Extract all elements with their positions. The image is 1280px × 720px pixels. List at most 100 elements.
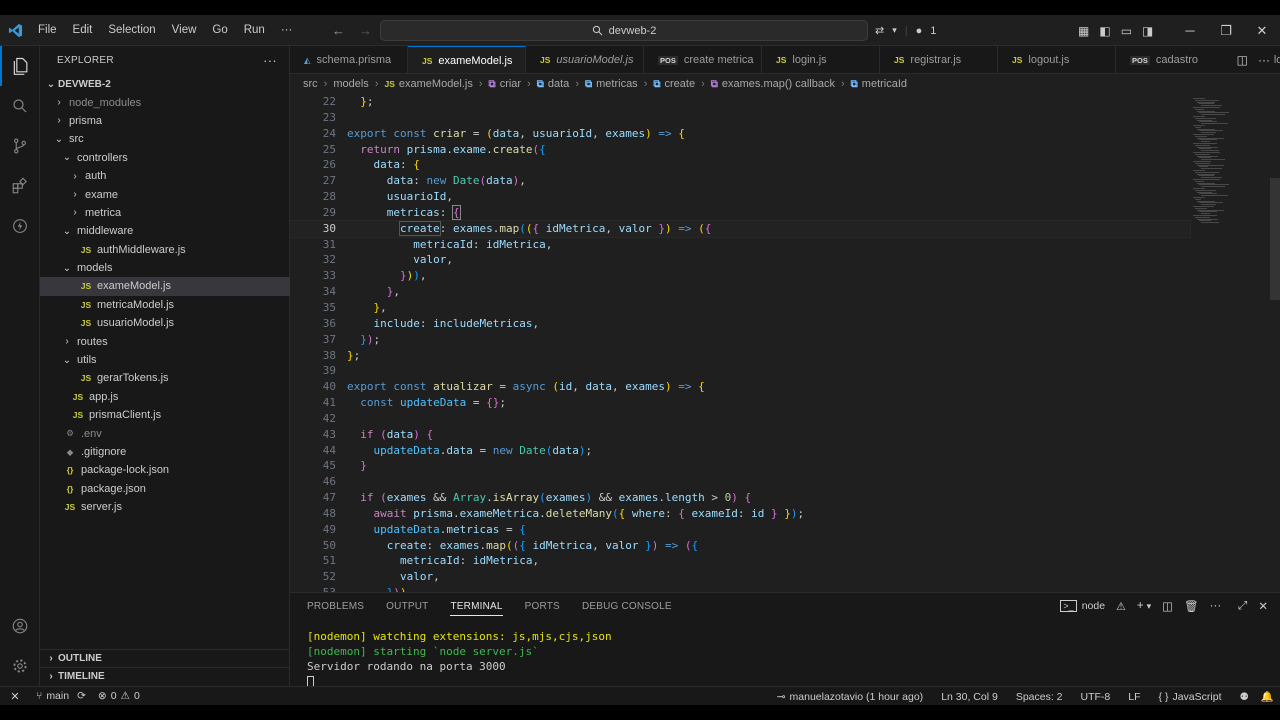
breadcrumb-item[interactable]: criar bbox=[500, 78, 521, 90]
code-line[interactable]: 39 bbox=[290, 363, 1190, 379]
extensions-icon[interactable] bbox=[0, 166, 40, 206]
more-actions-icon[interactable]: ··· bbox=[263, 53, 277, 68]
tab-cadastro[interactable]: POS cadastro bbox=[1116, 46, 1234, 73]
encoding[interactable]: UTF-8 bbox=[1075, 691, 1117, 703]
tree-item[interactable]: JS authMiddleware.js bbox=[40, 241, 290, 259]
tree-item[interactable]: JS metricaModel.js bbox=[40, 296, 290, 314]
split-editor-icon[interactable]: ◫ bbox=[1237, 53, 1248, 67]
breadcrumb-item[interactable]: metricaId bbox=[862, 78, 907, 90]
timeline-section[interactable]: › TIMELINE bbox=[40, 667, 290, 685]
account-icon[interactable] bbox=[0, 606, 40, 646]
code-line[interactable]: 40 export const atualizar = async (id, da… bbox=[290, 379, 1190, 395]
code-line[interactable]: 22 }; bbox=[290, 94, 1190, 110]
branch-indicator[interactable]: ⑂ main ⟳ bbox=[30, 690, 92, 702]
tab-debug-console[interactable]: DEBUG CONSOLE bbox=[582, 601, 672, 612]
code-line[interactable]: 35 }, bbox=[290, 300, 1190, 316]
code-line[interactable]: 48 await prisma.exameMetrica.deleteMany(… bbox=[290, 506, 1190, 522]
menu-edit[interactable]: Edit bbox=[65, 15, 101, 46]
tab-output[interactable]: OUTPUT bbox=[386, 601, 428, 612]
tree-item[interactable]: › prisma bbox=[40, 112, 290, 130]
close-icon[interactable]: ✕ bbox=[1244, 23, 1280, 39]
close-icon[interactable]: ✕ bbox=[1258, 599, 1268, 613]
customize-layout-icon[interactable]: ▦ bbox=[1078, 24, 1089, 38]
tree-item[interactable]: JS gerarTokens.js bbox=[40, 369, 290, 387]
breadcrumb-item[interactable]: metricas bbox=[596, 78, 638, 90]
code-line[interactable]: 52 valor, bbox=[290, 569, 1190, 585]
remote-indicator-icon[interactable]: ✕ bbox=[0, 687, 30, 706]
breadcrumb-item[interactable]: models bbox=[333, 78, 368, 90]
back-arrow-icon[interactable]: ← bbox=[332, 23, 345, 38]
tree-item[interactable]: › auth bbox=[40, 167, 290, 185]
code-editor[interactable]: 22 }; 23 24 export const criar = (data, usu… bbox=[290, 94, 1280, 592]
notifications-bell-icon[interactable]: 🔔 bbox=[1255, 690, 1280, 703]
tree-item[interactable]: › routes bbox=[40, 332, 290, 350]
tree-item[interactable]: JS app.js bbox=[40, 388, 290, 406]
toggle-secondary-sidebar-icon[interactable]: ◨ bbox=[1142, 24, 1153, 38]
tree-item[interactable]: ⌄ middleware bbox=[40, 222, 290, 240]
code-line[interactable]: 46 bbox=[290, 474, 1190, 490]
code-line[interactable]: 51 metricaId: idMetrica, bbox=[290, 553, 1190, 569]
breadcrumb-item[interactable]: data bbox=[548, 78, 569, 90]
code-line[interactable]: 53 })), bbox=[290, 585, 1190, 592]
explorer-icon[interactable] bbox=[0, 46, 40, 86]
code-line[interactable]: 34 }, bbox=[290, 284, 1190, 300]
breadcrumb-item[interactable]: exameModel.js bbox=[399, 78, 473, 90]
vertical-scrollbar[interactable] bbox=[1270, 178, 1280, 300]
code-line[interactable]: 29 metricas: { bbox=[290, 204, 1190, 221]
code-line[interactable]: 41 const updateData = {}; bbox=[290, 395, 1190, 411]
code-line[interactable]: 23 bbox=[290, 110, 1190, 126]
workspace-root[interactable]: ⌄ DEVWEB-2 bbox=[40, 75, 290, 93]
code-line[interactable]: 32 valor, bbox=[290, 252, 1190, 268]
tree-item[interactable]: ⌄ utils bbox=[40, 351, 290, 369]
terminal-output[interactable]: [nodemon] watching extensions: js,mjs,cj… bbox=[307, 629, 612, 689]
code-line[interactable]: 50 create: exames.map(({ idMetrica, valo… bbox=[290, 538, 1190, 554]
tab-terminal[interactable]: TERMINAL bbox=[450, 601, 503, 616]
terminal-profile[interactable]: node bbox=[1082, 600, 1105, 612]
notification-dot-icon[interactable]: ● bbox=[916, 25, 923, 37]
split-terminal-icon[interactable]: ◫ bbox=[1162, 599, 1173, 613]
code-line[interactable]: 45 } bbox=[290, 458, 1190, 474]
tree-item[interactable]: ◆ .gitignore bbox=[40, 443, 290, 461]
tree-item[interactable]: JS server.js bbox=[40, 498, 290, 516]
tab-ports[interactable]: PORTS bbox=[525, 601, 560, 612]
menu-file[interactable]: File bbox=[30, 15, 65, 46]
code-line[interactable]: 24 export const criar = (data, usuarioId,… bbox=[290, 126, 1190, 142]
tab-problems[interactable]: PROBLEMS bbox=[307, 601, 364, 612]
toggle-primary-sidebar-icon[interactable]: ◧ bbox=[1099, 24, 1110, 38]
menu-more[interactable]: ··· bbox=[273, 15, 301, 46]
code-line[interactable]: 36 include: includeMetricas, bbox=[290, 316, 1190, 332]
code-line[interactable]: 31 metricaId: idMetrica, bbox=[290, 237, 1190, 253]
sync-icon[interactable]: ⟳ bbox=[77, 690, 86, 702]
code-line[interactable]: 43 if (data) { bbox=[290, 427, 1190, 443]
code-line[interactable]: 26 data: { bbox=[290, 157, 1190, 173]
code-line[interactable]: 47 if (exames && Array.isArray(exames) &… bbox=[290, 490, 1190, 506]
tree-item[interactable]: › node_modules bbox=[40, 93, 290, 111]
tab-usuariomodel-js[interactable]: JS usuarioModel.js bbox=[526, 46, 644, 73]
breadcrumb-item[interactable]: src bbox=[303, 78, 318, 90]
source-control-icon[interactable] bbox=[0, 126, 40, 166]
copilot-status-icon[interactable]: ⚉ bbox=[1234, 691, 1255, 703]
tree-item[interactable]: JS prismaClient.js bbox=[40, 406, 290, 424]
tree-item[interactable]: JS usuarioModel.js bbox=[40, 314, 290, 332]
tab-examemodel-js[interactable]: JS exameModel.js bbox=[408, 46, 526, 73]
end-of-line[interactable]: LF bbox=[1122, 691, 1146, 703]
copilot-icon[interactable]: ⇄ bbox=[875, 24, 884, 37]
menu-run[interactable]: Run bbox=[236, 15, 273, 46]
copilot-chat-icon[interactable] bbox=[0, 206, 40, 246]
code-line[interactable]: 27 data: new Date(data), bbox=[290, 173, 1190, 189]
tab-logout-js[interactable]: JS logout.js bbox=[998, 46, 1116, 73]
minimize-icon[interactable]: ─ bbox=[1172, 23, 1208, 38]
command-center-search[interactable]: devweb-2 bbox=[380, 20, 868, 41]
new-terminal-icon[interactable]: + bbox=[1137, 600, 1144, 612]
minimap[interactable] bbox=[1185, 94, 1265, 592]
breadcrumb-item[interactable]: create bbox=[665, 78, 696, 90]
tree-item[interactable]: ⌄ controllers bbox=[40, 149, 290, 167]
code-line[interactable]: 49 updateData.metricas = { bbox=[290, 522, 1190, 538]
tab-login-js[interactable]: JS login.js bbox=[762, 46, 880, 73]
more-actions-icon[interactable]: ··· bbox=[1210, 600, 1222, 612]
tree-item[interactable]: {} package-lock.json bbox=[40, 461, 290, 479]
code-line[interactable]: 25 return prisma.exame.create({ bbox=[290, 142, 1190, 158]
cursor-position[interactable]: Ln 30, Col 9 bbox=[935, 691, 1004, 703]
menu-selection[interactable]: Selection bbox=[100, 15, 163, 46]
toggle-panel-icon[interactable]: ▭ bbox=[1121, 24, 1132, 38]
